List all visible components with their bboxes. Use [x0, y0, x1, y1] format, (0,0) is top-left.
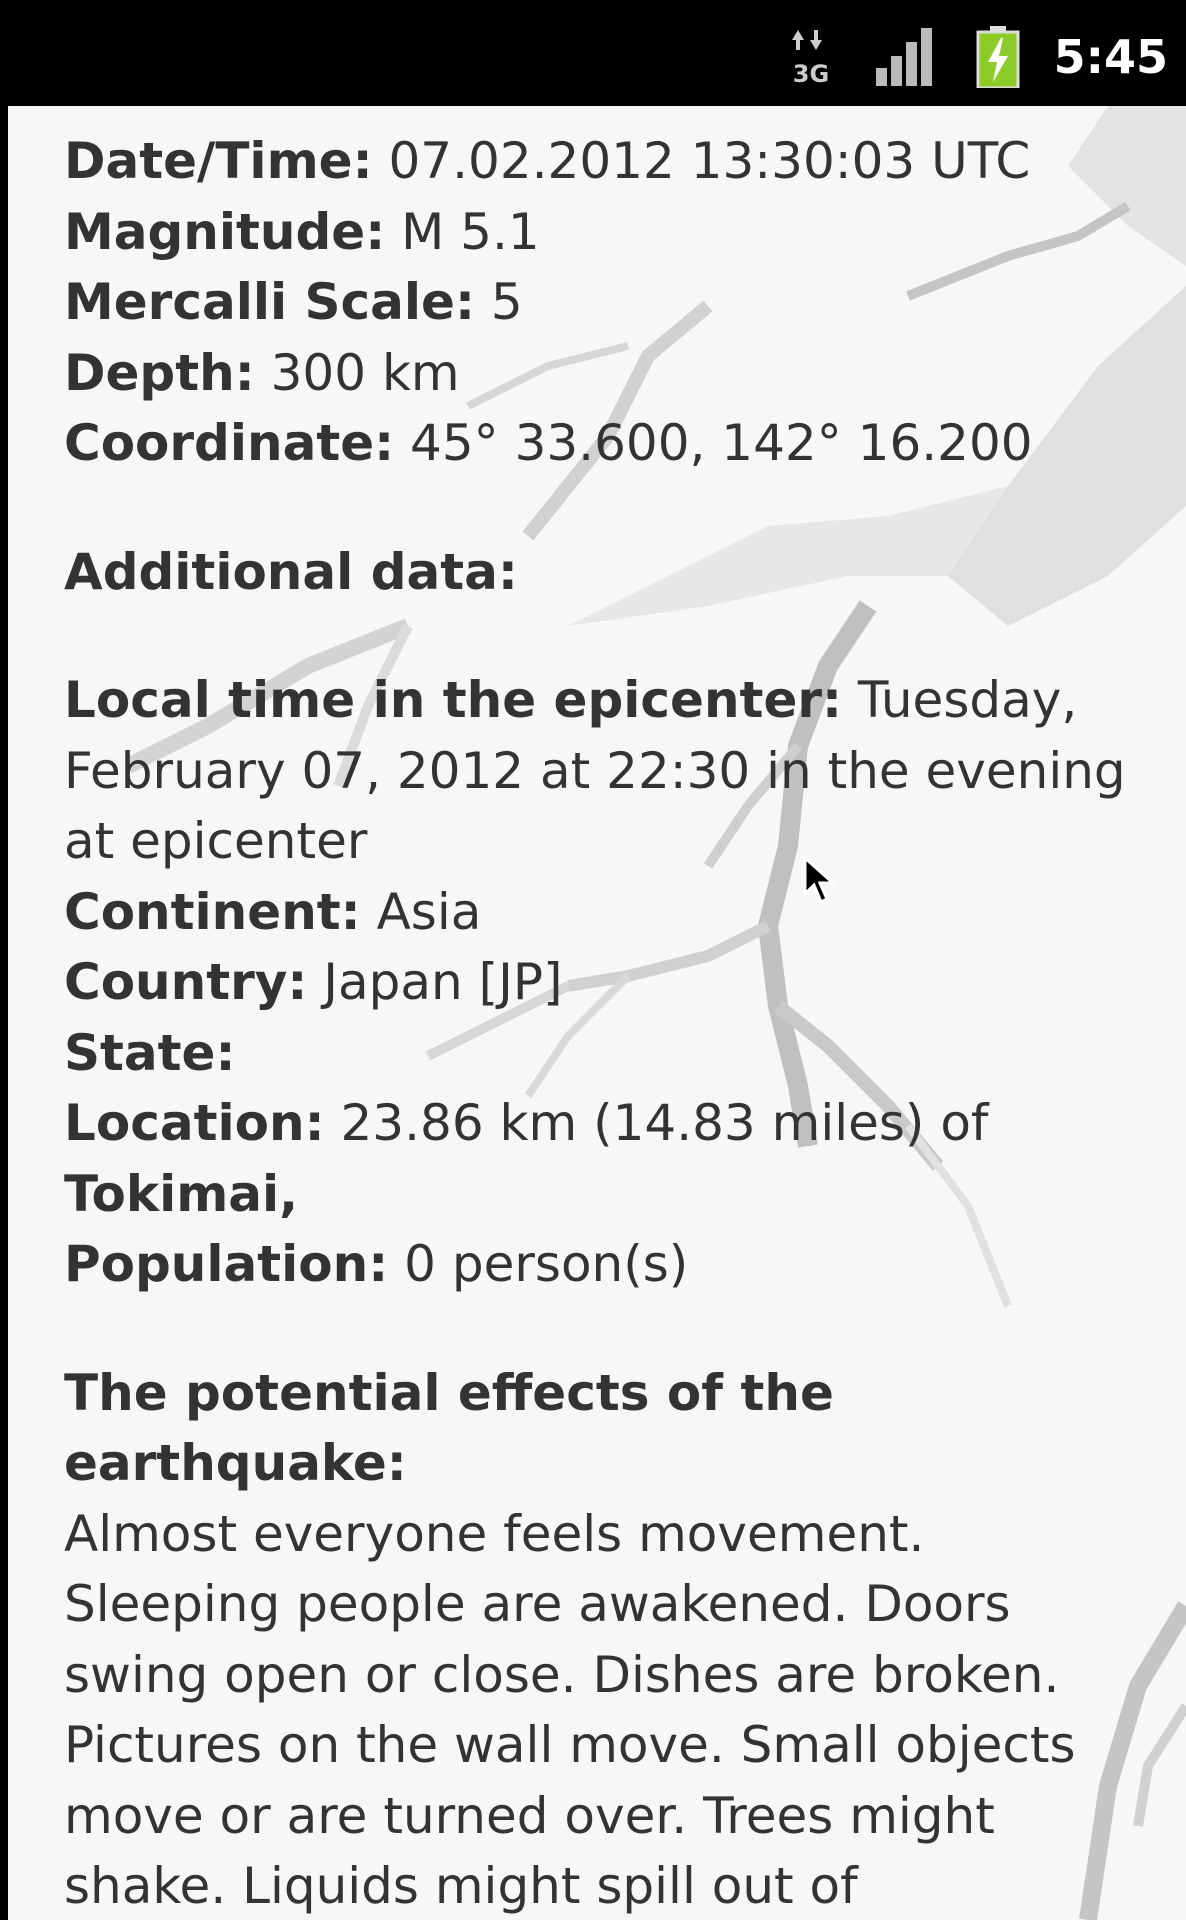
- state-label: State:: [64, 1023, 236, 1082]
- continent-label: Continent:: [64, 882, 361, 941]
- coordinate-label: Coordinate:: [64, 414, 395, 472]
- datetime-value: 07.02.2012 13:30:03 UTC: [388, 132, 1031, 190]
- magnitude-row: Magnitude: M 5.1: [64, 197, 1144, 268]
- magnitude-label: Magnitude:: [64, 202, 386, 261]
- datetime-label: Date/Time:: [64, 132, 373, 190]
- magnitude-value: M 5.1: [401, 202, 540, 261]
- coordinate-row: Coordinate: 45° 33.600, 142° 16.200: [64, 408, 1144, 479]
- country-label: Country:: [64, 953, 308, 1011]
- additional-data-heading: Additional data:: [64, 542, 518, 601]
- population-value: 0 person(s): [404, 1235, 689, 1293]
- mercalli-label: Mercalli Scale:: [64, 273, 475, 331]
- earthquake-details: Date/Time: 07.02.2012 13:30:03 UTC Magni…: [64, 126, 1144, 1920]
- signal-strength-icon: [876, 28, 932, 86]
- location-label: Location:: [64, 1094, 325, 1152]
- mercalli-value: 5: [490, 273, 523, 331]
- local-time-row: Local time in the epicenter: Tuesday, Fe…: [64, 665, 1144, 877]
- depth-label: Depth:: [64, 343, 255, 402]
- mercalli-row: Mercalli Scale: 5: [64, 267, 1144, 338]
- depth-value: 300 km: [270, 343, 460, 402]
- state-row: State:: [64, 1018, 1144, 1089]
- location-row: Location: 23.86 km (14.83 miles) of Tokim…: [64, 1088, 1144, 1229]
- mouse-pointer-icon: [803, 856, 837, 905]
- coordinate-value: 45° 33.600, 142° 16.200: [410, 414, 1033, 472]
- datetime-row: Date/Time: 07.02.2012 13:30:03 UTC: [64, 126, 1144, 197]
- depth-row: Depth: 300 km: [64, 338, 1144, 409]
- battery-charging-icon: [976, 26, 1020, 88]
- svg-text:3G: 3G: [793, 60, 829, 86]
- continent-value: Asia: [376, 882, 482, 941]
- country-value: Japan [JP]: [323, 953, 563, 1011]
- local-time-label: Local time in the epicenter:: [64, 671, 843, 729]
- effects-heading: The potential effects of the earthquake:: [64, 1363, 834, 1493]
- 3g-data-icon: 3G: [792, 30, 829, 86]
- population-row: Population: 0 person(s): [64, 1229, 1144, 1300]
- continent-row: Continent: Asia: [64, 877, 1144, 948]
- location-place: Tokimai,: [64, 1164, 299, 1223]
- population-label: Population:: [64, 1235, 389, 1293]
- earthquake-details-screen[interactable]: Date/Time: 07.02.2012 13:30:03 UTC Magni…: [8, 106, 1186, 1920]
- clock: 5:45: [1053, 30, 1168, 84]
- effects-text: Almost everyone feels movement. Sleeping…: [64, 1504, 1076, 1916]
- location-value: 23.86 km (14.83 miles) of: [340, 1094, 989, 1152]
- status-bar: 3G 5:45: [0, 0, 1186, 106]
- country-row: Country: Japan [JP]: [64, 947, 1144, 1018]
